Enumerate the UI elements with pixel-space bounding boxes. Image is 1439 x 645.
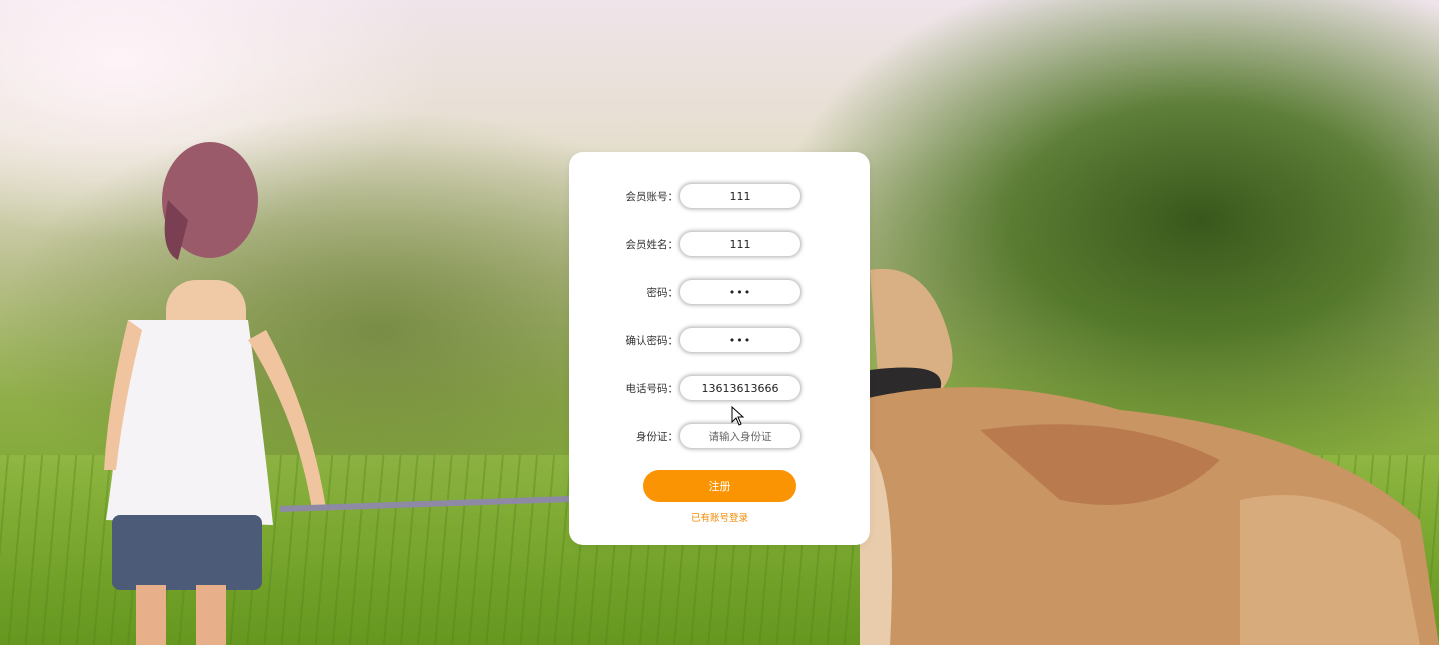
password-input[interactable] — [679, 279, 801, 305]
id-card-label: 身份证： — [636, 431, 678, 443]
girl-figure — [104, 142, 326, 645]
phone-label: 电话号码： — [625, 383, 679, 395]
row-confirm-password: 确认密码： — [569, 327, 870, 355]
login-link[interactable]: 已有账号登录 — [569, 510, 870, 524]
register-button[interactable]: 注册 — [643, 470, 796, 502]
member-name-input[interactable] — [679, 231, 801, 257]
leash — [280, 496, 570, 512]
password-label: 密码： — [646, 287, 679, 299]
row-id-card: 身份证： — [569, 423, 870, 451]
row-member-account: 会员账号： — [569, 183, 870, 211]
confirm-password-input[interactable] — [679, 327, 801, 353]
row-member-name: 会员姓名： — [569, 231, 870, 259]
member-account-input[interactable] — [679, 183, 801, 209]
phone-input[interactable] — [679, 375, 801, 401]
register-card: 会员账号： 会员姓名： 密码： 确认密码： 电话号码： 身份证： 注册 已有账号… — [569, 152, 870, 545]
confirm-password-label: 确认密码： — [625, 335, 679, 347]
dog-figure — [860, 268, 1439, 645]
member-account-label: 会员账号： — [625, 191, 679, 203]
row-password: 密码： — [569, 279, 870, 307]
row-phone: 电话号码： — [569, 375, 870, 403]
id-card-input[interactable] — [679, 423, 801, 449]
mouse-pointer-icon — [731, 406, 745, 426]
member-name-label: 会员姓名： — [625, 239, 679, 251]
